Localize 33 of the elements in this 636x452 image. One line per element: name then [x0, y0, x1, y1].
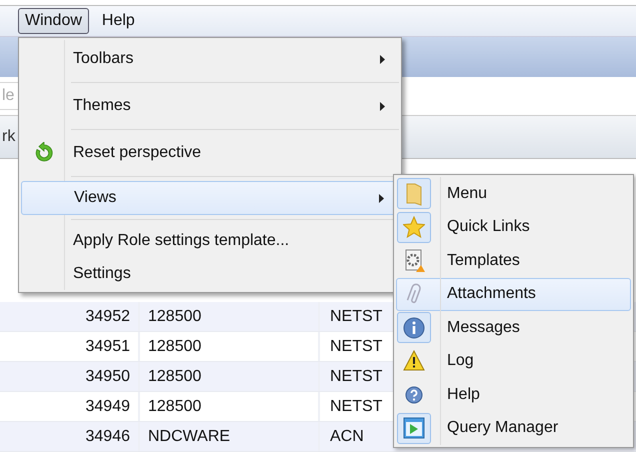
table-cell: 34952: [0, 302, 140, 331]
help-icon: [405, 386, 423, 404]
menu-item[interactable]: Log: [396, 344, 631, 378]
table-cell-text: NETST: [329, 367, 382, 387]
menu-item[interactable]: Attachments: [396, 278, 631, 311]
table-cell: 128500: [140, 362, 320, 391]
menu-item[interactable]: Quick Links: [396, 210, 631, 244]
table-cell-text: NETST: [329, 307, 382, 327]
menu-item[interactable]: Help: [396, 378, 631, 412]
menu-item[interactable]: Themes: [21, 87, 399, 125]
menu-item[interactable]: Toolbars: [21, 40, 399, 78]
menubar-item[interactable]: Window: [18, 8, 89, 34]
table-cell: NDCWARE: [140, 422, 320, 451]
menubar-item[interactable]: Help: [94, 8, 142, 34]
table-cell-text: ACN: [329, 427, 364, 447]
menu-item[interactable]: Menu: [396, 177, 631, 210]
table-cell-text: NETST: [329, 397, 382, 417]
table-cell: 128500: [140, 302, 320, 331]
star-icon: [403, 216, 425, 238]
menu-item[interactable]: Reset perspective: [21, 134, 399, 172]
table-cell-text: NETST: [329, 337, 382, 357]
play-window-icon: [403, 417, 425, 440]
gear-document-icon: [403, 248, 425, 273]
folder-icon: [405, 182, 423, 206]
tab-label[interactable]: rk: [0, 128, 16, 146]
warning-icon: [403, 350, 425, 372]
table-cell: 34946: [0, 422, 140, 451]
menu-item[interactable]: Messages: [396, 311, 631, 344]
menu-item[interactable]: Query Manager: [396, 412, 631, 445]
info-icon: [403, 316, 425, 339]
menu-item[interactable]: Templates: [396, 244, 631, 278]
table-cell: 34950: [0, 362, 140, 391]
refresh-arrow-icon: [33, 142, 55, 164]
